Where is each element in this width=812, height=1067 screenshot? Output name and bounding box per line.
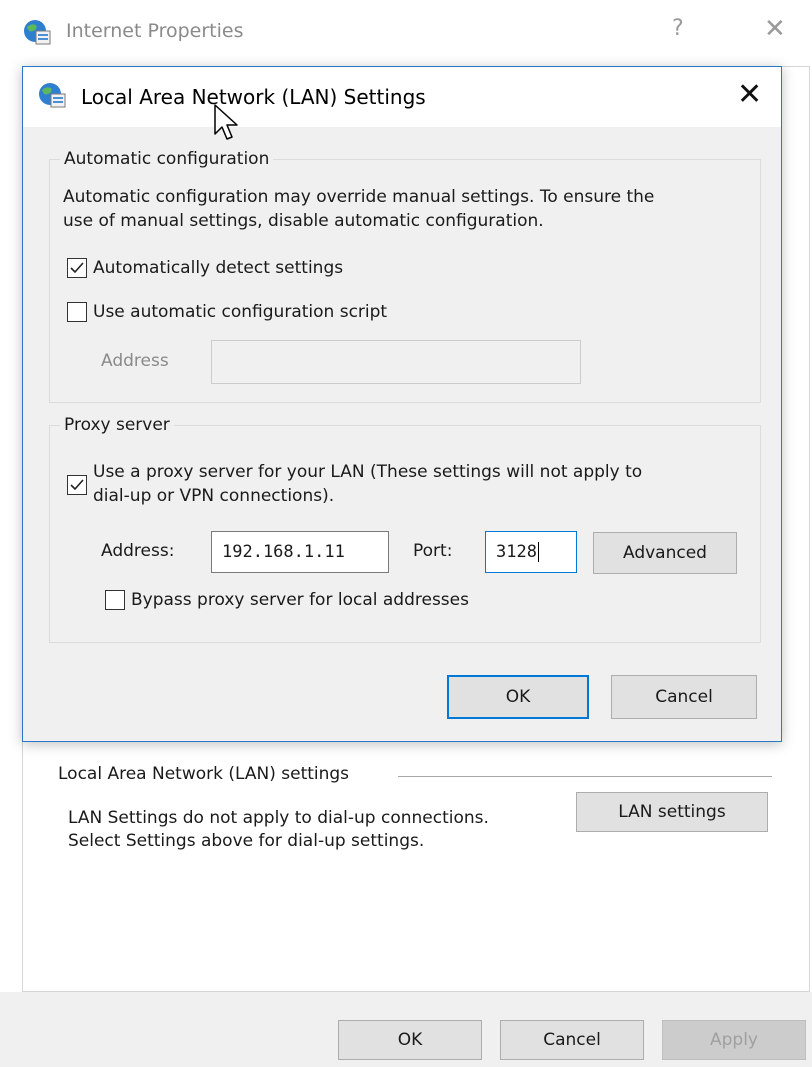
use-proxy-label-line1[interactable]: Use a proxy server for your LAN (These s…	[93, 462, 642, 482]
advanced-button-label: Advanced	[623, 543, 707, 563]
checkmark-icon	[70, 262, 84, 274]
auto-config-description-line2: use of manual settings, disable automati…	[63, 211, 544, 231]
auto-detect-checkbox[interactable]	[67, 258, 87, 278]
dialog-cancel-button[interactable]: Cancel	[611, 675, 757, 719]
dialog-cancel-label: Cancel	[655, 687, 713, 707]
use-proxy-checkbox[interactable]	[67, 475, 87, 495]
dialog-ok-label: OK	[505, 687, 531, 707]
auto-detect-label[interactable]: Automatically detect settings	[93, 258, 343, 278]
lan-section-description-line2: Select Settings above for dial-up settin…	[68, 831, 425, 851]
proxy-port-label: Port:	[413, 541, 453, 561]
automatic-configuration-legend: Automatic configuration	[64, 149, 270, 169]
globe-icon	[22, 18, 52, 51]
outer-cancel-label: Cancel	[543, 1030, 601, 1050]
auto-script-label[interactable]: Use automatic configuration script	[93, 302, 387, 322]
text-caret	[537, 542, 539, 562]
lan-settings-button[interactable]: LAN settings	[576, 792, 768, 832]
dialog-title-bar: Local Area Network (LAN) Settings ✕	[23, 67, 781, 127]
lan-settings-dialog: Local Area Network (LAN) Settings ✕ Auto…	[22, 66, 782, 742]
proxy-server-legend: Proxy server	[64, 415, 170, 435]
auto-script-address-label: Address	[101, 351, 169, 371]
apply-button[interactable]: Apply	[662, 1020, 806, 1060]
mouse-cursor-icon	[214, 104, 238, 140]
proxy-port-input[interactable]: 3128	[485, 531, 577, 573]
outer-ok-label: OK	[397, 1030, 423, 1050]
dialog-ok-button[interactable]: OK	[447, 675, 589, 719]
dialog-globe-icon	[37, 81, 67, 114]
proxy-address-value: 192.168.1.11	[222, 542, 345, 562]
auto-script-checkbox[interactable]	[67, 302, 87, 322]
auto-script-address-input[interactable]	[211, 340, 581, 384]
outer-cancel-button[interactable]: Cancel	[500, 1020, 644, 1060]
proxy-port-value: 3128	[496, 542, 537, 562]
help-button[interactable]: ?	[672, 16, 684, 41]
bypass-local-label[interactable]: Bypass proxy server for local addresses	[131, 590, 469, 610]
lan-section-divider	[398, 776, 772, 777]
checkmark-icon	[70, 479, 84, 491]
use-proxy-label-line2[interactable]: dial-up or VPN connections).	[93, 486, 334, 506]
dialog-close-button[interactable]: ✕	[737, 77, 762, 112]
outer-title-bar: Internet Properties ? ✕	[0, 0, 812, 66]
proxy-address-input[interactable]: 192.168.1.11	[211, 531, 389, 573]
auto-config-description-line1: Automatic configuration may override man…	[63, 187, 655, 207]
proxy-address-label: Address:	[101, 541, 175, 561]
outer-window-title: Internet Properties	[66, 20, 244, 42]
dialog-title: Local Area Network (LAN) Settings	[81, 85, 426, 109]
lan-section-legend: Local Area Network (LAN) settings	[58, 764, 350, 784]
apply-label: Apply	[710, 1030, 758, 1050]
outer-ok-button[interactable]: OK	[338, 1020, 482, 1060]
lan-settings-button-label: LAN settings	[618, 802, 726, 822]
outer-close-button[interactable]: ✕	[764, 14, 786, 44]
advanced-button[interactable]: Advanced	[593, 532, 737, 574]
bypass-local-checkbox[interactable]	[105, 590, 125, 610]
lan-section-description-line1: LAN Settings do not apply to dial-up con…	[68, 808, 489, 828]
